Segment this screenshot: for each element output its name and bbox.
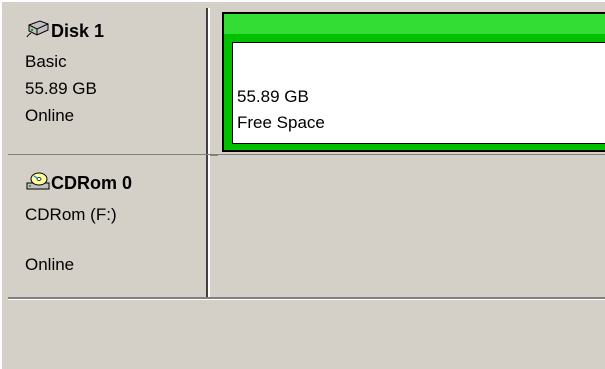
cdrom-volume-area[interactable]: [218, 155, 605, 298]
volume-header-bar: [224, 14, 605, 34]
disk-label-cell[interactable]: Disk 1 Basic 55.89 GB Online: [8, 8, 210, 154]
volume-label: Free Space: [237, 113, 325, 132]
disk-title: Disk 1: [26, 20, 104, 43]
volume-body[interactable]: 55.89 GB Free Space: [232, 42, 605, 144]
cdrom-type: CDRom (F:): [25, 205, 117, 224]
cdrom-status: Online: [25, 255, 75, 274]
disk-management-graphical-view: Disk 1 Basic 55.89 GB Online 55.89 GB Fr…: [0, 0, 605, 369]
volume-area: 55.89 GB Free Space: [218, 8, 605, 154]
disk-name: Disk 1: [51, 21, 105, 41]
frame-highlight-left: [0, 0, 2, 369]
disk-row-disk-1[interactable]: Disk 1 Basic 55.89 GB Online 55.89 GB Fr…: [8, 8, 605, 154]
cdrom-title: CDRom 0: [26, 171, 132, 196]
cdrom-name: CDRom 0: [51, 173, 133, 193]
cdrom-icon: [26, 171, 50, 196]
hard-disk-icon: [26, 20, 50, 43]
volume-size: 55.89 GB: [237, 87, 309, 106]
disk-row-cdrom-0[interactable]: CDRom 0 CDRom (F:) Online: [8, 155, 605, 298]
empty-area: [8, 300, 605, 369]
cdrom-label-cell[interactable]: CDRom 0 CDRom (F:) Online: [8, 155, 210, 298]
disk-size: 55.89 GB: [25, 79, 97, 98]
disk-type: Basic: [25, 52, 67, 71]
frame-highlight-top: [0, 0, 605, 2]
free-space-volume[interactable]: 55.89 GB Free Space: [222, 12, 605, 152]
disk-status: Online: [25, 106, 75, 125]
